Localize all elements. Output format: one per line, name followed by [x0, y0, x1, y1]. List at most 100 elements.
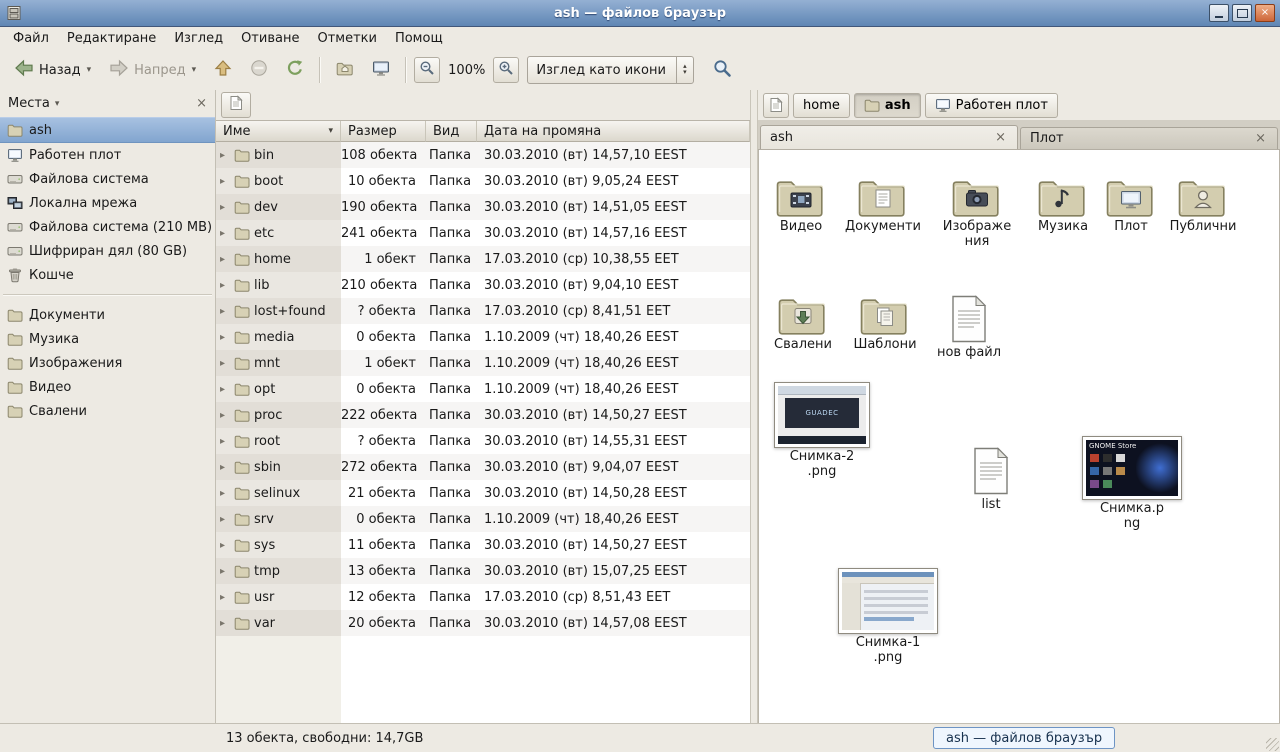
table-row[interactable]: ▸sys11 обектаПапка30.03.2010 (вт) 14,50,…	[216, 532, 750, 558]
column-header[interactable]: Име▾	[216, 121, 341, 142]
icon-item[interactable]: Видео	[759, 176, 843, 235]
close-button[interactable]: ×	[1255, 4, 1275, 22]
icon-item[interactable]: Снимка-1.png	[833, 568, 943, 666]
icon-item[interactable]: Документи	[841, 176, 925, 235]
expander-icon[interactable]: ▸	[220, 592, 230, 603]
tab[interactable]: ash×	[760, 125, 1018, 149]
table-row[interactable]: ▸home1 обектПапка17.03.2010 (ср) 10,38,5…	[216, 246, 750, 272]
menu-item[interactable]: Файл	[4, 27, 58, 50]
sidebar-item[interactable]: Локална мрежа	[0, 191, 215, 215]
sidebar-item[interactable]: Работен плот	[0, 143, 215, 167]
titlebar[interactable]: ash — файлов браузър ×	[0, 0, 1280, 27]
sidebar-item[interactable]: Файлова система (210 MB)	[0, 215, 215, 239]
minimize-button[interactable]	[1209, 4, 1229, 22]
table-row[interactable]: ▸mnt1 обектПапка1.10.2009 (чт) 18,40,26 …	[216, 350, 750, 376]
expander-icon[interactable]: ▸	[220, 618, 230, 629]
expander-icon[interactable]: ▸	[220, 202, 230, 213]
table-row[interactable]: ▸opt0 обектаПапка1.10.2009 (чт) 18,40,26…	[216, 376, 750, 402]
up-button[interactable]	[206, 54, 240, 86]
icon-item[interactable]: Публични	[1161, 176, 1245, 235]
location-toggle-button[interactable]	[221, 92, 251, 118]
icon-item[interactable]: Шаблони	[843, 294, 927, 353]
icon-item[interactable]: Изображения	[935, 176, 1019, 250]
table-row[interactable]: ▸root? обектаПапка30.03.2010 (вт) 14,55,…	[216, 428, 750, 454]
sidebar-item[interactable]: Кошче	[0, 263, 215, 287]
table-row[interactable]: ▸tmp13 обектаПапка30.03.2010 (вт) 15,07,…	[216, 558, 750, 584]
computer-button[interactable]	[364, 54, 398, 86]
expander-icon[interactable]: ▸	[220, 280, 230, 291]
expander-icon[interactable]: ▸	[220, 306, 230, 317]
zoom-out-button[interactable]	[414, 57, 440, 83]
table-row[interactable]: ▸etc241 обектаПапка30.03.2010 (вт) 14,57…	[216, 220, 750, 246]
menu-item[interactable]: Редактиране	[58, 27, 165, 50]
table-row[interactable]: ▸usr12 обектаПапка17.03.2010 (ср) 8,51,4…	[216, 584, 750, 610]
icon-item[interactable]: list	[949, 446, 1033, 513]
path-root-button[interactable]	[763, 93, 789, 118]
expander-icon[interactable]: ▸	[220, 384, 230, 395]
sidebar-item[interactable]: Музика	[0, 327, 215, 351]
icon-item[interactable]: GUADECСнимка-2.png	[767, 382, 877, 480]
expander-icon[interactable]: ▸	[220, 566, 230, 577]
stop-button[interactable]	[242, 54, 276, 86]
sidebar-item[interactable]: Файлова система	[0, 167, 215, 191]
expander-icon[interactable]: ▸	[220, 332, 230, 343]
table-row[interactable]: ▸lost+found? обектаПапка17.03.2010 (ср) …	[216, 298, 750, 324]
icon-item[interactable]: GNOME StoreСнимка.png	[1077, 436, 1187, 532]
expander-icon[interactable]: ▸	[220, 358, 230, 369]
table-row[interactable]: ▸srv0 обектаПапка1.10.2009 (чт) 18,40,26…	[216, 506, 750, 532]
column-header[interactable]: Вид	[426, 121, 477, 142]
view-mode-spinner-icon[interactable]: ▴▾	[676, 57, 693, 83]
resize-grip[interactable]	[1266, 738, 1279, 751]
window-list-button[interactable]: ash — файлов браузър	[933, 727, 1115, 749]
sidebar-item[interactable]: Свалени	[0, 399, 215, 423]
table-row[interactable]: ▸bin108 обектаПапка30.03.2010 (вт) 14,57…	[216, 142, 750, 168]
sidebar-item[interactable]: Видео	[0, 375, 215, 399]
sidebar-item[interactable]: Документи	[0, 303, 215, 327]
table-row[interactable]: ▸lib210 обектаПапка30.03.2010 (вт) 9,04,…	[216, 272, 750, 298]
tab-close-icon[interactable]: ×	[1253, 132, 1268, 145]
expander-icon[interactable]: ▸	[220, 540, 230, 551]
reload-button[interactable]	[278, 54, 312, 86]
view-mode-select[interactable]: Изглед като икони ▴▾	[527, 56, 694, 84]
expander-icon[interactable]: ▸	[220, 514, 230, 525]
column-header[interactable]: Дата на промяна	[477, 121, 750, 142]
menu-item[interactable]: Изглед	[165, 27, 232, 50]
tab-close-icon[interactable]: ×	[993, 131, 1008, 144]
tab[interactable]: Плот×	[1020, 127, 1278, 149]
menu-item[interactable]: Отметки	[308, 27, 385, 50]
home-button[interactable]	[328, 54, 362, 86]
column-header[interactable]: Размер	[341, 121, 426, 142]
sidebar-mode-dropdown-icon[interactable]: ▾	[55, 99, 60, 109]
maximize-button[interactable]	[1232, 4, 1252, 22]
icon-item[interactable]: нов файл	[927, 294, 1011, 361]
table-row[interactable]: ▸selinux21 обектаПапка30.03.2010 (вт) 14…	[216, 480, 750, 506]
expander-icon[interactable]: ▸	[220, 150, 230, 161]
table-row[interactable]: ▸dev190 обектаПапка30.03.2010 (вт) 14,51…	[216, 194, 750, 220]
back-history-dropdown-icon[interactable]: ▾	[87, 65, 92, 75]
expander-icon[interactable]: ▸	[220, 462, 230, 473]
path-button[interactable]: Работен плот	[925, 93, 1058, 118]
path-button[interactable]: ash	[854, 93, 921, 118]
icon-item[interactable]: Свалени	[761, 294, 845, 353]
forward-button[interactable]: Напред ▾	[101, 54, 204, 86]
table-row[interactable]: ▸var20 обектаПапка30.03.2010 (вт) 14,57,…	[216, 610, 750, 636]
back-button[interactable]: Назад ▾	[6, 54, 99, 86]
sidebar-item[interactable]: Шифриран дял (80 GB)	[0, 239, 215, 263]
expander-icon[interactable]: ▸	[220, 228, 230, 239]
sidebar-item[interactable]: ash	[0, 117, 215, 143]
path-button[interactable]: home	[793, 93, 850, 118]
expander-icon[interactable]: ▸	[220, 436, 230, 447]
table-row[interactable]: ▸media0 обектаПапка1.10.2009 (чт) 18,40,…	[216, 324, 750, 350]
menu-item[interactable]: Отиване	[232, 27, 308, 50]
expander-icon[interactable]: ▸	[220, 488, 230, 499]
expander-icon[interactable]: ▸	[220, 254, 230, 265]
icon-grid[interactable]: ВидеоДокументиИзображенияМузикаПлотПубли…	[758, 150, 1280, 723]
expander-icon[interactable]: ▸	[220, 176, 230, 187]
table-row[interactable]: ▸proc222 обектаПапка30.03.2010 (вт) 14,5…	[216, 402, 750, 428]
menu-item[interactable]: Помощ	[386, 27, 452, 50]
sidebar-item[interactable]: Изображения	[0, 351, 215, 375]
pane-divider[interactable]	[750, 90, 758, 723]
zoom-in-button[interactable]	[493, 57, 519, 83]
sidebar-close-icon[interactable]: ×	[196, 96, 207, 111]
table-row[interactable]: ▸sbin272 обектаПапка30.03.2010 (вт) 9,04…	[216, 454, 750, 480]
